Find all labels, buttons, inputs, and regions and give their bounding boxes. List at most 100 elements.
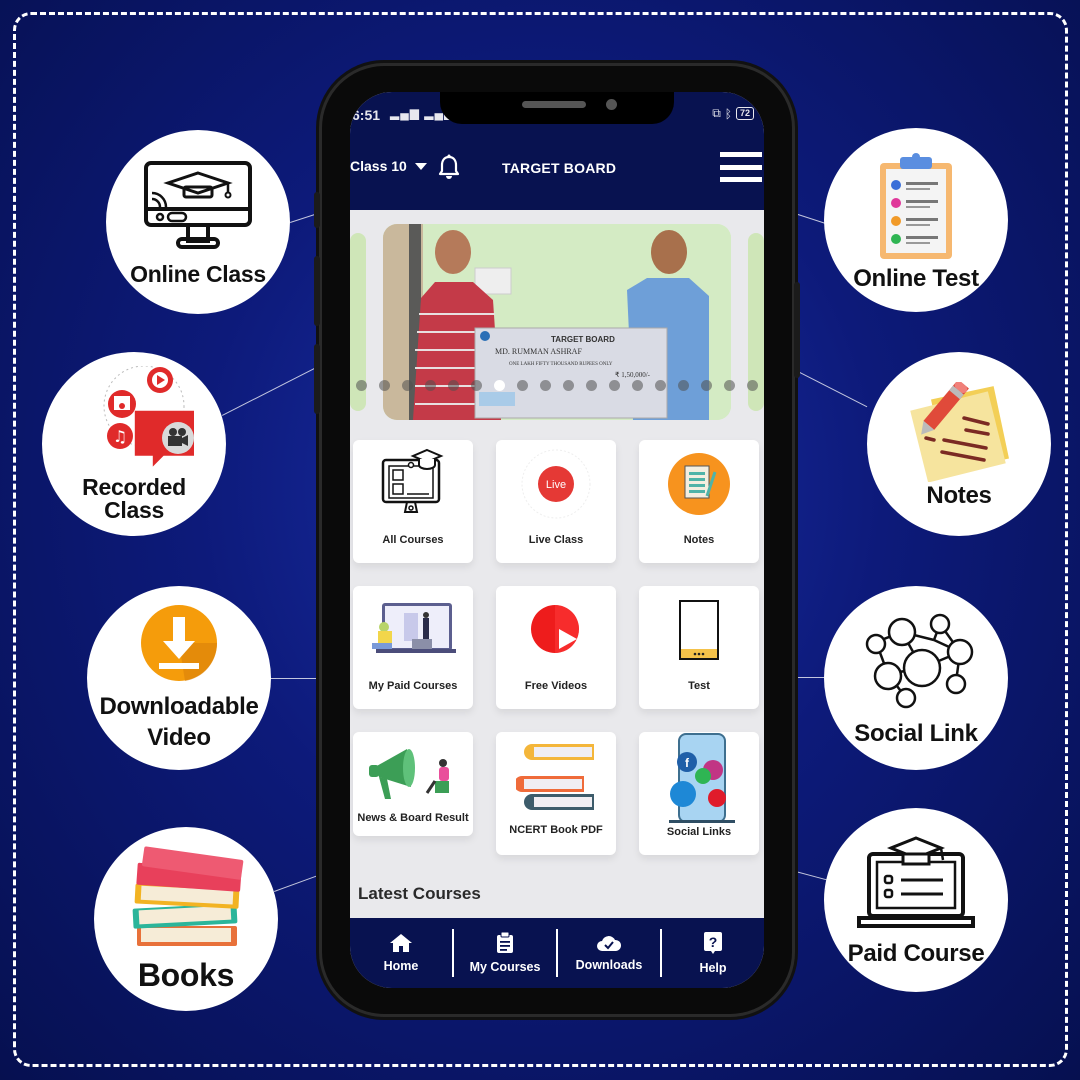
live-badge-icon: Live [521,449,591,519]
feature-label: Books [137,957,235,993]
monitor-course-icon [381,448,444,513]
nav-label: My Courses [469,960,541,974]
video-play-icon: ♫ [103,366,194,467]
carousel-dot[interactable] [678,380,689,391]
nav-label: Help [699,961,727,975]
notes-document-icon [668,453,730,515]
laptop-graduation-cap-icon [857,835,975,928]
carousel-dot[interactable] [448,380,459,391]
carousel-dot[interactable] [724,380,735,391]
section-title-latest-courses: Latest Courses [358,884,481,903]
tile-label: Notes [683,534,715,546]
feature-online-test: Online Test [824,128,1008,312]
teacher-presentation-icon [372,603,456,653]
battery-indicator: 72 [735,107,754,120]
menu-bar [720,177,762,182]
cheque-brand: TARGET BOARD [551,335,615,344]
tile-all-courses[interactable]: All Courses [353,440,473,563]
carousel-dot[interactable] [494,380,505,391]
tile-free-videos[interactable]: Free Videos [496,586,616,709]
tile-label: All Courses [382,534,444,546]
home-icon [390,934,412,952]
carousel-dot[interactable] [402,380,413,391]
feature-notes: Notes [867,352,1051,536]
books-stack-icon [132,846,244,946]
class-selector-value: Class 10 [350,158,407,174]
carousel-dot[interactable] [609,380,620,391]
carousel-dot[interactable] [356,380,367,391]
class-selector[interactable]: Class 10 [350,158,427,174]
speaker [522,101,586,108]
tile-label: Live Class [528,534,584,546]
carousel-dot[interactable] [701,380,712,391]
bluetooth-icon: ᛒ [724,106,732,121]
sticky-note-pencil-icon [910,381,1009,482]
monitor-graduation-cap-icon [144,160,252,249]
feature-label: Paid Course [847,939,985,967]
phone-side-button [314,192,320,228]
feature-downloadable-video: Downloadable Video [87,586,271,770]
carousel-dot[interactable] [425,380,436,391]
feature-label: Social Link [854,719,978,747]
cloud-check-icon [597,936,622,951]
tablet-test-icon [679,600,719,660]
carousel-dot[interactable] [563,380,574,391]
menu-bar [720,164,762,170]
nav-label: Downloads [575,958,643,972]
carousel-dot[interactable] [379,380,390,391]
network-people-icon [865,613,974,708]
nav-help[interactable]: ? Help [662,931,764,975]
tile-label: Test [688,680,710,692]
cheque-payee: MD. RUMMAN ASHRAF [495,347,582,356]
nav-downloads[interactable]: Downloads [558,934,660,972]
feature-books: Books [94,827,278,1011]
feature-label: Online Test [853,264,979,292]
nav-my-courses[interactable]: My Courses [454,932,556,974]
tile-label: Free Videos [524,680,588,692]
tile-social-links[interactable]: f Social Links [639,732,759,855]
feature-social-link: Social Link [824,586,1008,770]
cheque-amount-words: ONE LAKH FIFTY THOUSAND RUPEES ONLY [509,362,613,367]
tile-news-board-result[interactable]: News & Board Result [353,732,473,836]
tile-ncert-book-pdf[interactable]: NCERT Book PDF [496,732,616,855]
status-icons: ⧉ ᛒ 72 [712,106,754,121]
phone-mockup: 6:51 ▂▄▆ ▂▄▆ ⧉ ᛒ 72 Class 10 TARGET BOAR… [314,66,800,1014]
bottom-navigation: Home My Courses Downloads ? Help [350,918,764,988]
feature-label: Recorded Class [82,474,186,523]
carousel-dot[interactable] [517,380,528,391]
tile-notes[interactable]: Notes [639,440,759,563]
svg-text:?: ? [709,934,718,950]
feature-label: Downloadable Video [99,693,259,751]
tile-my-paid-courses[interactable]: My Paid Courses [353,586,473,709]
clipboard-checklist-icon [880,152,952,259]
carousel-dot[interactable] [632,380,643,391]
nav-home[interactable]: Home [350,933,452,973]
hamburger-menu-icon[interactable] [720,152,762,182]
nav-label: Home [383,959,419,973]
tile-live-class[interactable]: Live Live Class [496,440,616,563]
feature-paid-course: Paid Course [824,808,1008,992]
bell-icon[interactable] [438,154,460,180]
banner-carousel[interactable]: TARGET BOARD MD. RUMMAN ASHRAF ONE LAKH … [350,216,764,421]
play-button-icon [531,605,579,653]
live-badge-text: Live [546,479,566,491]
app-title: TARGET BOARD [502,160,617,176]
tile-label: My Paid Courses [368,680,458,692]
carousel-dot[interactable] [747,380,758,391]
menu-bar [720,152,762,157]
carousel-dot[interactable] [586,380,597,391]
feature-online-class: Online Class [106,130,290,314]
feature-label: Notes [926,481,992,509]
connector-line [270,678,326,679]
feature-recorded-class: ♫ Recorded Class [42,352,226,536]
download-icon [141,605,218,681]
tile-test[interactable]: Test [639,586,759,709]
carousel-dot[interactable] [540,380,551,391]
connector-line [792,677,824,678]
cheque-amount: ₹ 1,50,000/- [615,371,651,379]
carousel-dot[interactable] [655,380,666,391]
megaphone-icon [369,749,449,799]
phone-social-icon: f [669,733,735,823]
tile-label: News & Board Result [357,812,469,824]
carousel-dot[interactable] [471,380,482,391]
